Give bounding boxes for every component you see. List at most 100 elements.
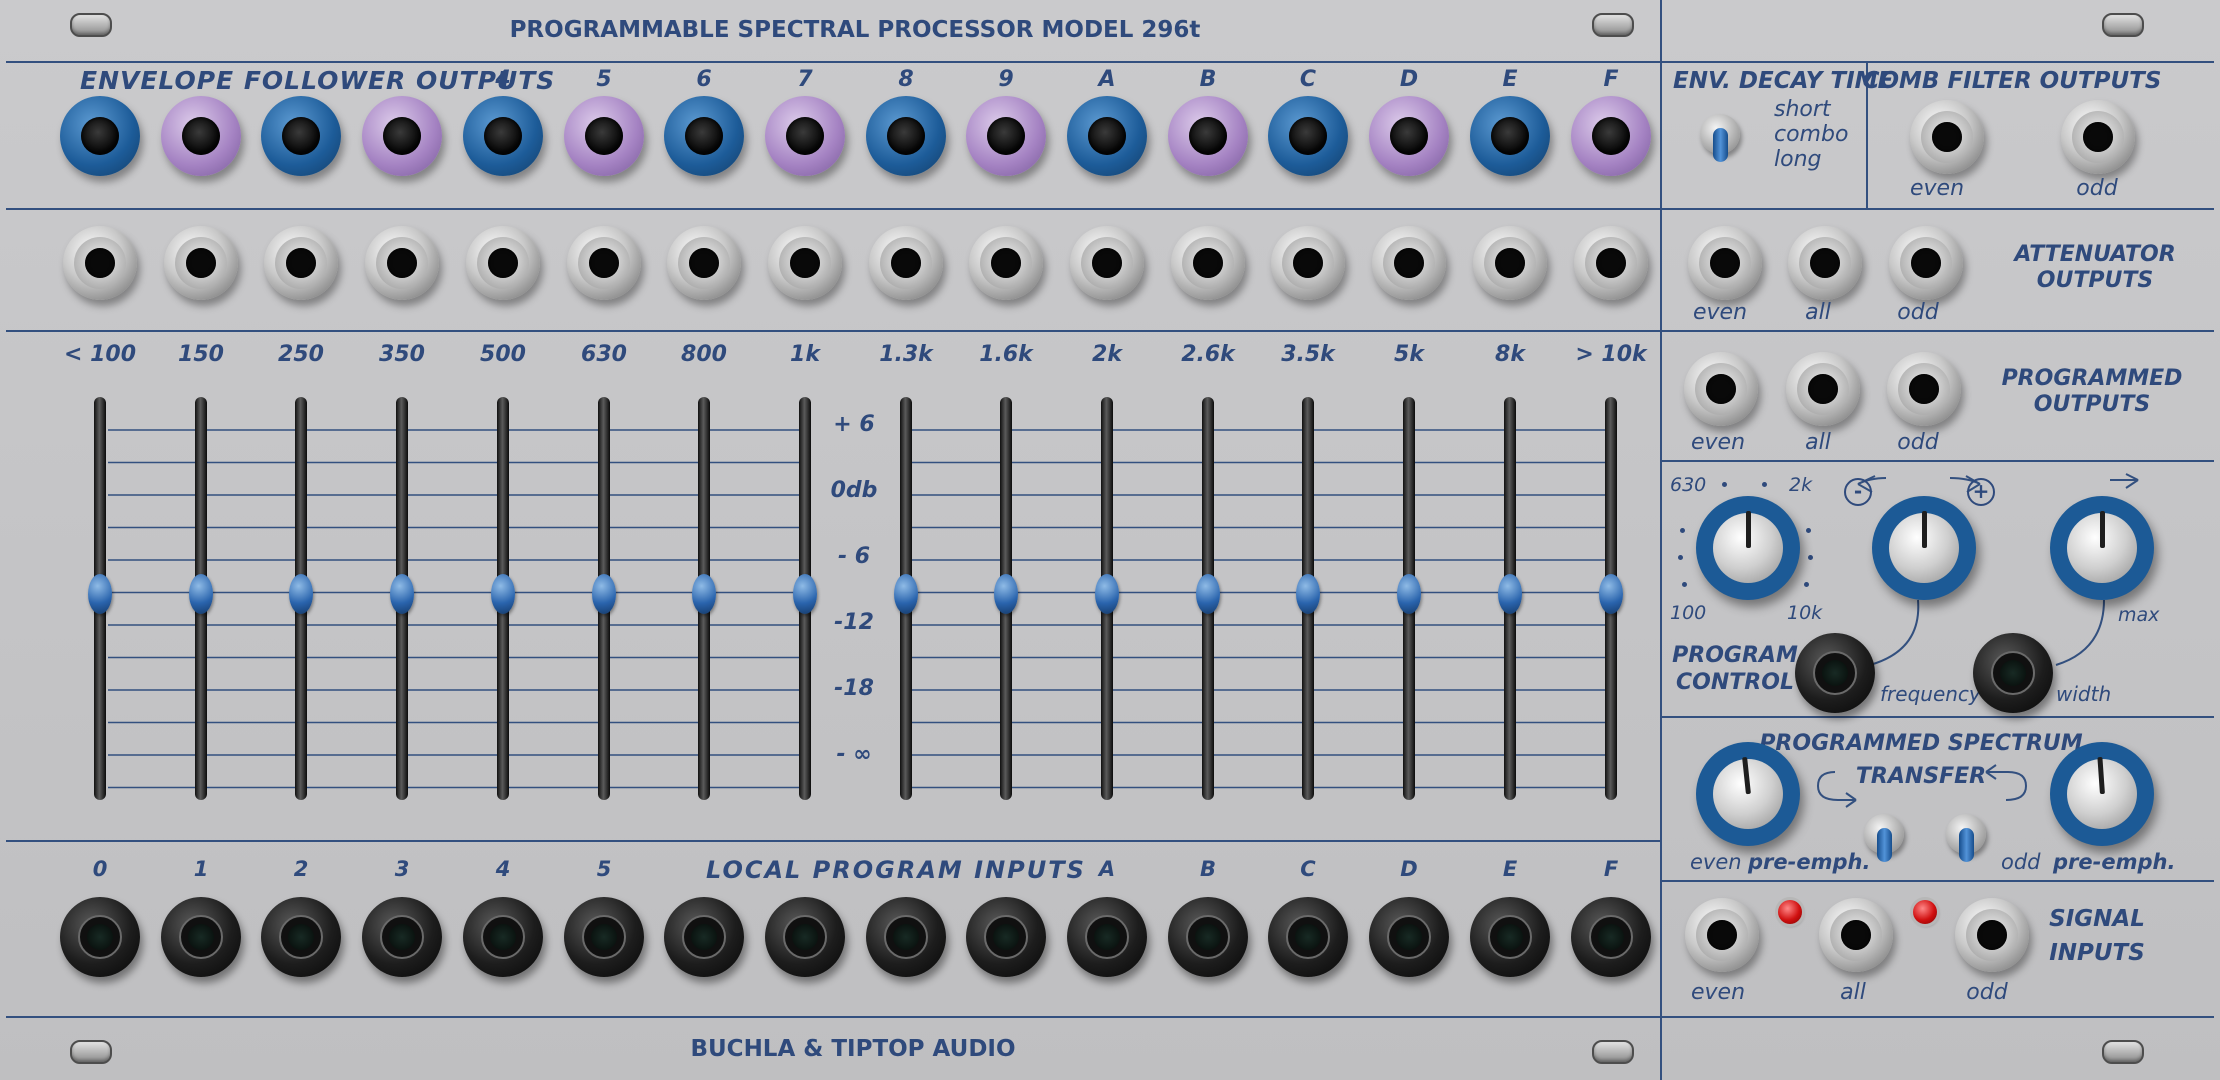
local-program-jack[interactable] (261, 897, 341, 977)
envelope-output-jack[interactable] (1268, 96, 1348, 176)
envelope-output-jack[interactable] (1571, 96, 1651, 176)
slider-knob[interactable] (1498, 573, 1522, 614)
envelope-outputs-label: ENVELOPE FOLLOWER OUTPUTS (80, 66, 556, 95)
slider-knob[interactable] (189, 573, 213, 614)
slider-knob[interactable] (88, 573, 112, 614)
slider-knob[interactable] (894, 573, 918, 614)
band-output-jack[interactable] (264, 226, 338, 300)
envelope-output-jack[interactable] (664, 96, 744, 176)
band-output-jack[interactable] (1070, 226, 1144, 300)
programmed-even-jack[interactable] (1684, 352, 1758, 426)
band-output-jack[interactable] (1473, 226, 1547, 300)
programmed-all-jack[interactable] (1786, 352, 1860, 426)
comb-even-jack[interactable] (1910, 100, 1984, 174)
band-output-jack[interactable] (667, 226, 741, 300)
envelope-output-jack[interactable] (261, 96, 341, 176)
slider-knob[interactable] (1095, 573, 1119, 614)
local-program-jack[interactable] (765, 897, 845, 977)
signal-even-jack[interactable] (1685, 898, 1759, 972)
envelope-output-jack[interactable] (866, 96, 946, 176)
envelope-output-jack[interactable] (966, 96, 1046, 176)
local-program-jack[interactable] (463, 897, 543, 977)
band-output-jack[interactable] (1372, 226, 1446, 300)
envelope-output-jack[interactable] (463, 96, 543, 176)
band-output-jack[interactable] (1171, 226, 1245, 300)
odd-transfer-toggle[interactable] (1946, 814, 1986, 862)
local-program-label: B (1199, 857, 1217, 881)
local-program-jack[interactable] (966, 897, 1046, 977)
envelope-output-jack[interactable] (765, 96, 845, 176)
slider-knob[interactable] (1397, 573, 1421, 614)
attenuator-odd-jack[interactable] (1889, 226, 1963, 300)
signal-all-jack[interactable] (1819, 898, 1893, 972)
slider-knob[interactable] (1296, 573, 1320, 614)
panel-divider-vertical (1660, 0, 1662, 1080)
envelope-channel-label: B (1199, 67, 1217, 92)
odd-pre-emphasis-knob[interactable] (2050, 742, 2154, 846)
env-decay-toggle[interactable] (1700, 114, 1740, 162)
even-pre-emphasis-knob[interactable] (1696, 742, 1800, 846)
frequency-knob[interactable] (1696, 496, 1800, 600)
envelope-output-jack[interactable] (1369, 96, 1449, 176)
band-output-jack[interactable] (164, 226, 238, 300)
slider-knob[interactable] (592, 573, 616, 614)
local-program-jack[interactable] (60, 897, 140, 977)
comb-odd-jack[interactable] (2061, 100, 2135, 174)
attenuator-all-jack[interactable] (1788, 226, 1862, 300)
local-program-jack[interactable] (362, 897, 442, 977)
local-program-jack[interactable] (1470, 897, 1550, 977)
slider-knob[interactable] (390, 573, 414, 614)
frequency-cv-knob[interactable] (1872, 496, 1976, 600)
envelope-output-jack[interactable] (161, 96, 241, 176)
slider-knob[interactable] (289, 573, 313, 614)
slider-knob[interactable] (1196, 573, 1220, 614)
divider-right-3 (1662, 460, 2214, 462)
local-program-jack[interactable] (1168, 897, 1248, 977)
env-decay-option-combo: combo (1774, 122, 1849, 147)
width-cv-label: width (2056, 682, 2112, 706)
spectrum-transfer-title-2: TRANSFER (1855, 764, 1987, 789)
slider-knob[interactable] (994, 573, 1018, 614)
band-output-jack[interactable] (1574, 226, 1648, 300)
local-program-jack[interactable] (564, 897, 644, 977)
envelope-output-jack[interactable] (1067, 96, 1147, 176)
local-program-jack[interactable] (1268, 897, 1348, 977)
signal-odd-jack[interactable] (1955, 898, 2029, 972)
band-output-jack[interactable] (869, 226, 943, 300)
attenuator-even-jack[interactable] (1688, 226, 1762, 300)
local-program-label: 5 (596, 857, 612, 881)
band-output-jack[interactable] (969, 226, 1043, 300)
slider-knob[interactable] (1599, 573, 1623, 614)
local-program-label: 4 (495, 857, 511, 881)
envelope-output-jack[interactable] (60, 96, 140, 176)
local-program-label: C (1300, 857, 1316, 881)
slider-knob[interactable] (692, 573, 716, 614)
band-output-jack[interactable] (768, 226, 842, 300)
envelope-output-jack[interactable] (1470, 96, 1550, 176)
slider-knob[interactable] (491, 573, 515, 614)
band-output-jack[interactable] (466, 226, 540, 300)
local-program-jack[interactable] (161, 897, 241, 977)
local-program-jack[interactable] (1067, 897, 1147, 977)
band-output-jack[interactable] (63, 226, 137, 300)
envelope-output-jack[interactable] (362, 96, 442, 176)
even-transfer-toggle[interactable] (1864, 814, 1904, 862)
band-output-jack[interactable] (1271, 226, 1345, 300)
band-label: 150 (178, 342, 224, 367)
programmed-odd-jack[interactable] (1887, 352, 1961, 426)
envelope-output-jack[interactable] (564, 96, 644, 176)
local-program-jack[interactable] (1369, 897, 1449, 977)
local-program-jack[interactable] (1571, 897, 1651, 977)
width-cv-jack[interactable] (1973, 633, 2053, 713)
local-program-jack[interactable] (866, 897, 946, 977)
envelope-output-jack[interactable] (1168, 96, 1248, 176)
local-program-jack[interactable] (664, 897, 744, 977)
freq-scale-630: 630 (1670, 474, 1707, 496)
width-knob[interactable] (2050, 496, 2154, 600)
comb-even-label: even (1909, 176, 1965, 201)
screw-bottom-right (2102, 1040, 2144, 1064)
frequency-cv-jack[interactable] (1795, 633, 1875, 713)
band-output-jack[interactable] (567, 226, 641, 300)
band-output-jack[interactable] (365, 226, 439, 300)
slider-knob[interactable] (793, 573, 817, 614)
